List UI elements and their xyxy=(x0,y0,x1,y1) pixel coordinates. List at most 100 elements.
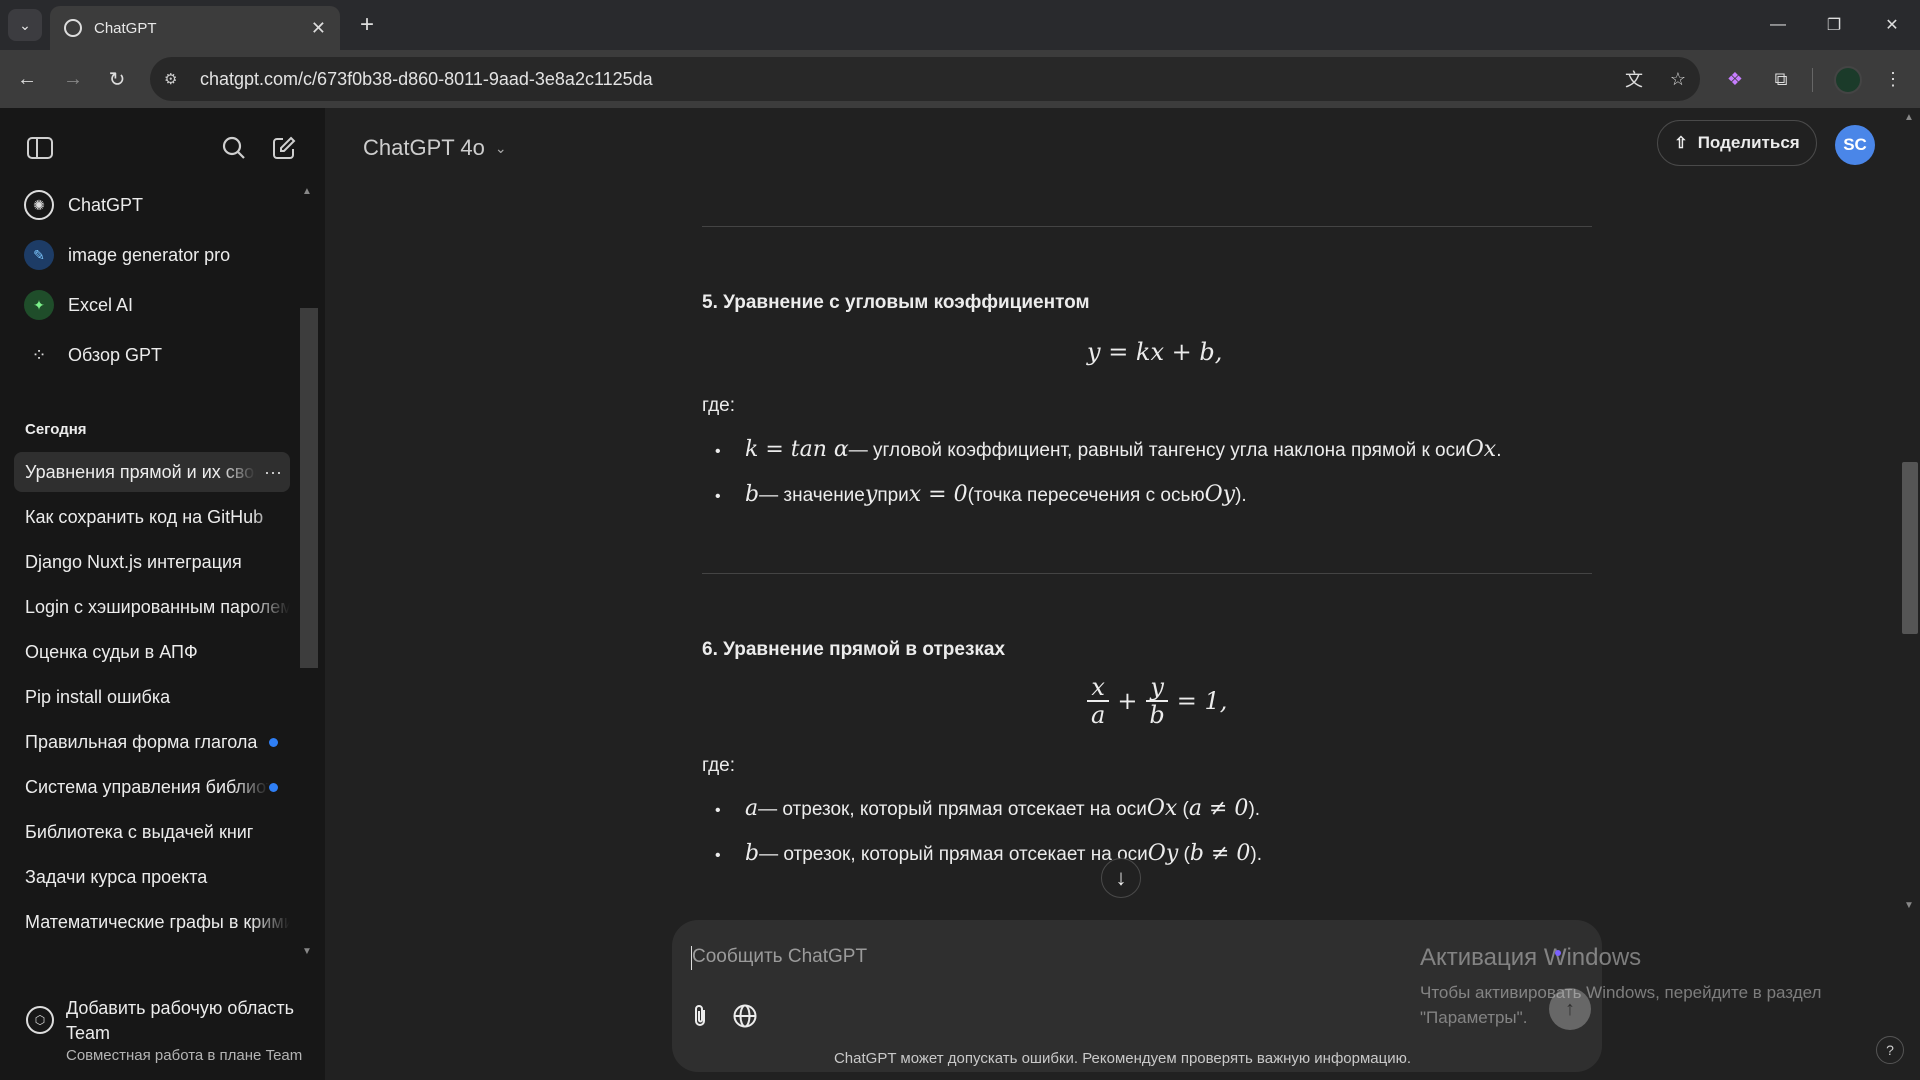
message-input[interactable]: Сообщить ChatGPT xyxy=(692,946,867,968)
extension-brain-icon[interactable]: ❖ xyxy=(1718,62,1752,96)
watermark-text: Чтобы активировать Windows, перейдите в … xyxy=(1420,983,1822,1027)
sidebar-scrollbar-thumb[interactable] xyxy=(300,308,318,668)
math-axis: Ox xyxy=(1465,437,1497,462)
minimize-icon[interactable]: — xyxy=(1750,0,1806,50)
browser-tab[interactable]: ChatGPT ✕ xyxy=(50,6,340,50)
upgrade-title: Добавить рабочую область Team xyxy=(66,998,295,1043)
address-bar[interactable]: ⚙ chatgpt.com/c/673f0b38-d860-8011-9aad-… xyxy=(150,57,1700,101)
bookmark-star-icon[interactable]: ☆ xyxy=(1656,69,1700,90)
bullet-mark: • xyxy=(715,802,721,819)
formula-rest: = 1, xyxy=(1176,687,1228,715)
unread-dot xyxy=(269,782,278,792)
avatar[interactable]: SC xyxy=(1835,125,1875,165)
chat-item[interactable]: Pip install ошибка xyxy=(14,677,290,717)
sidebar-gpt-excel-ai[interactable]: ✦ Excel AI xyxy=(14,283,284,327)
chat-title: Уравнения прямой и их свойства xyxy=(25,461,256,482)
bullet-mark: • xyxy=(715,443,721,460)
grid-icon: ⁘ xyxy=(31,344,47,365)
chat-item[interactable]: Уравнения прямой и их свойства ··· xyxy=(14,452,290,492)
watermark-title: Активация Windows xyxy=(1420,944,1642,971)
section-divider xyxy=(702,226,1592,227)
bullet-mark: • xyxy=(715,847,721,864)
main-scroll-up-icon[interactable]: ▲ xyxy=(1904,112,1914,123)
fraction-x-over-a: x a xyxy=(1087,674,1109,728)
reload-icon[interactable]: ↻ xyxy=(100,62,134,96)
chat-title: Pip install ошибка xyxy=(25,686,171,707)
image-generator-icon: ✎ xyxy=(24,240,54,270)
frac-numerator: x xyxy=(1087,674,1109,702)
url-text[interactable]: chatgpt.com/c/673f0b38-d860-8011-9aad-3e… xyxy=(200,69,1612,90)
sidebar-gpt-image-generator[interactable]: ✎ image generator pro xyxy=(14,233,284,277)
help-icon[interactable]: ? xyxy=(1876,1036,1904,1064)
chat-item[interactable]: Правильная форма глагола xyxy=(14,722,290,762)
gpt-label: Excel AI xyxy=(68,294,134,315)
chat-item[interactable]: Login с хэшированным паролем xyxy=(14,587,290,627)
list-item: • b — значение y при x = 0 (точка пересе… xyxy=(715,482,1247,507)
math-condition: b ≠ 0 xyxy=(1189,841,1251,866)
math-k-tan: k = tan α xyxy=(745,437,849,462)
restore-icon[interactable]: ❐ xyxy=(1806,0,1862,50)
bullet-text: — отрезок, который прямая отсекает на ос… xyxy=(758,799,1147,820)
excel-ai-icon: ✦ xyxy=(24,290,54,320)
math-axis: Ox xyxy=(1146,796,1178,821)
windows-activation-watermark: Активация Windows Чтобы активировать Win… xyxy=(1420,944,1880,1030)
share-label: Поделиться xyxy=(1697,133,1800,152)
scroll-to-bottom-button[interactable]: ↓ xyxy=(1101,858,1141,898)
back-icon[interactable]: ← xyxy=(10,62,44,96)
sidebar-explore-gpts[interactable]: ⁘ Обзор GPT xyxy=(14,333,284,377)
new-chat-icon[interactable] xyxy=(266,130,302,166)
list-item: • a — отрезок, который прямая отсекает н… xyxy=(715,796,1261,821)
section-label-today: Сегодня xyxy=(25,421,87,438)
chat-title: Правильная форма глагола xyxy=(25,731,258,752)
chat-item[interactable]: Django Nuxt.js интеграция xyxy=(14,542,290,582)
share-button[interactable]: ⇧ Поделиться xyxy=(1657,120,1817,166)
model-selector[interactable]: ChatGPT 4o ⌄ xyxy=(355,128,515,168)
chat-item[interactable]: Математические графы в криминалистике xyxy=(14,902,290,942)
bullet-text: — угловой коэффициент, равный тангенсу у… xyxy=(848,440,1466,461)
chat-item[interactable]: Как сохранить код на GitHub xyxy=(14,497,290,537)
web-search-globe-icon[interactable] xyxy=(727,998,763,1034)
chat-item[interactable]: Задачи курса проекта xyxy=(14,857,290,897)
upgrade-subtitle: Совместная работа в плане Team xyxy=(66,1047,303,1064)
sidebar-scroll-up-icon[interactable]: ▲ xyxy=(302,186,312,197)
chat-item[interactable]: Система управления библиотекой xyxy=(14,767,290,807)
browser-toolbar: ← → ↻ ⚙ chatgpt.com/c/673f0b38-d860-8011… xyxy=(0,50,1920,108)
list-item: • b — отрезок, который прямая отсекает н… xyxy=(715,841,1262,866)
more-options-icon[interactable]: ··· xyxy=(256,462,290,483)
chat-title: Оценка судьи в АПФ xyxy=(25,641,198,662)
team-workspace-icon: ⬡ xyxy=(26,1006,54,1034)
close-window-icon[interactable]: ✕ xyxy=(1864,0,1920,50)
chat-title: Система управления библиотекой xyxy=(25,776,269,797)
extensions-puzzle-icon[interactable]: ⧉ xyxy=(1764,62,1798,96)
bullet-mark: • xyxy=(715,488,721,505)
new-tab-button[interactable]: + xyxy=(352,10,382,40)
sidebar-gpt-chatgpt[interactable]: ✺ ChatGPT xyxy=(14,183,284,227)
browser-profile-icon[interactable] xyxy=(1834,66,1862,94)
close-tab-icon[interactable]: ✕ xyxy=(311,18,326,39)
chevron-down-icon: ⌄ xyxy=(494,139,507,156)
translate-icon[interactable]: 文 xyxy=(1612,66,1656,92)
attach-paperclip-icon[interactable] xyxy=(682,998,718,1034)
gpt-label: ChatGPT xyxy=(68,194,144,215)
math-x-zero: x = 0 xyxy=(908,482,968,507)
tab-title: ChatGPT xyxy=(94,19,157,37)
openai-logo-icon: ✺ xyxy=(24,190,54,220)
sidebar-toggle-icon[interactable] xyxy=(22,130,58,166)
tab-search-chevron-icon[interactable]: ⌄ xyxy=(8,9,42,41)
add-team-workspace[interactable]: ⬡ Добавить рабочую область Team Совместн… xyxy=(14,978,314,1068)
sidebar-scroll-down-icon[interactable]: ▼ xyxy=(302,946,312,957)
chat-item[interactable]: Оценка судьи в АПФ xyxy=(14,632,290,672)
main-scroll-down-icon[interactable]: ▼ xyxy=(1904,900,1914,911)
main-scrollbar-thumb[interactable] xyxy=(1902,462,1918,634)
chat-item[interactable]: Библиотека с выдачей книг xyxy=(14,812,290,852)
chat-title: Login с хэшированным паролем xyxy=(25,596,290,617)
site-info-icon[interactable]: ⚙ xyxy=(164,70,186,88)
search-icon[interactable] xyxy=(216,130,252,166)
where-label: где: xyxy=(702,755,736,776)
bullet-text: — отрезок, который прямая отсекает на ос… xyxy=(759,844,1148,865)
unread-dot xyxy=(269,737,278,747)
share-upload-icon: ⇧ xyxy=(1674,135,1688,152)
browser-menu-icon[interactable]: ⋮ xyxy=(1876,62,1910,96)
math-y: y xyxy=(864,482,878,507)
forward-icon[interactable]: → xyxy=(56,62,90,96)
